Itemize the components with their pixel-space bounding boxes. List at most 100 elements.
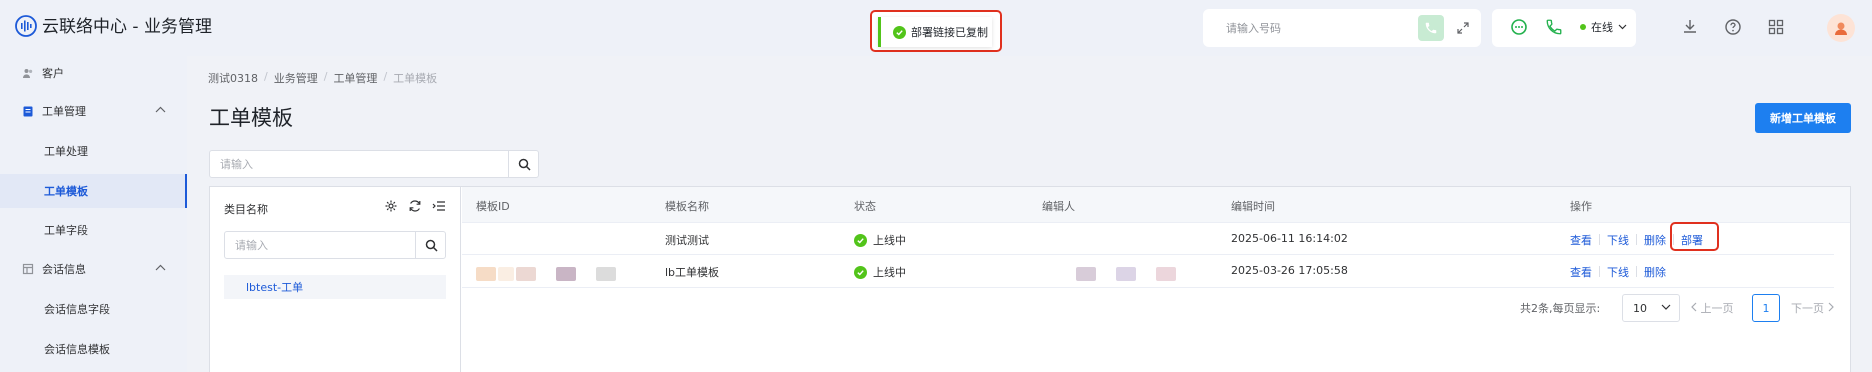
check-circle-icon (854, 233, 867, 247)
breadcrumb: 测试0318 / 业务管理 / 工单管理 / 工单模板 (208, 70, 437, 86)
breadcrumb-separator: / (323, 70, 328, 83)
sidebar-item-ticket-fields[interactable]: 工单字段 (0, 213, 187, 247)
sidebar-item-session-info[interactable]: 会话信息 (0, 252, 187, 286)
avatar[interactable] (1827, 14, 1855, 42)
sidebar-item-label: 工单模板 (44, 185, 88, 198)
status-cell: 上线中 (854, 264, 906, 280)
refresh-icon[interactable] (408, 199, 422, 213)
page-title: 工单模板 (209, 106, 293, 130)
category-tree-node[interactable]: lbtest-工单 (224, 275, 446, 299)
search-icon (518, 158, 531, 171)
clipboard-icon (23, 106, 33, 117)
chevron-left-icon (1691, 302, 1697, 312)
deploy-highlight-frame (1670, 222, 1719, 251)
breadcrumb-separator: / (383, 70, 388, 83)
redacted-id (516, 267, 536, 281)
column-header: 模板名称 (665, 200, 709, 213)
avatar-image (1835, 22, 1847, 35)
sidebar-item-label: 会话信息 (42, 263, 86, 276)
view-link[interactable]: 查看 (1570, 264, 1592, 280)
download-icon[interactable] (1681, 18, 1699, 36)
status-cell: 上线中 (854, 232, 906, 248)
phone-number-input[interactable] (1210, 14, 1410, 42)
template-name: lb工单模板 (665, 266, 720, 279)
edit-time: 2025-06-11 16:14:02 (1231, 232, 1348, 245)
breadcrumb-separator: / (264, 70, 268, 83)
chevron-up-icon (155, 264, 166, 271)
collapse-list-icon[interactable] (432, 199, 446, 213)
next-page-button[interactable]: 下一页 (1791, 300, 1835, 316)
category-title: 类目名称 (224, 203, 268, 216)
column-header: 模板ID (476, 200, 510, 213)
apps-grid-icon[interactable] (1767, 18, 1785, 36)
column-header: 编辑时间 (1231, 200, 1275, 213)
add-template-button[interactable]: 新增工单模板 (1755, 103, 1851, 133)
sidebar-item-ticket-management[interactable]: 工单管理 (0, 94, 187, 128)
sidebar-item-customers[interactable]: 客户 (0, 56, 187, 90)
expand-button[interactable] (1450, 15, 1476, 41)
table-icon (22, 263, 34, 275)
redacted-id (498, 267, 514, 281)
breadcrumb-item[interactable]: 业务管理 (274, 70, 318, 86)
op-divider (1636, 234, 1637, 245)
expand-icon (1457, 22, 1469, 34)
help-icon[interactable] (1724, 18, 1742, 36)
redacted-editor (1076, 267, 1096, 281)
logo-icon (15, 15, 37, 37)
page-number-current[interactable]: 1 (1752, 294, 1780, 322)
op-divider (1599, 266, 1600, 277)
edit-time: 2025-03-26 17:05:58 (1231, 264, 1348, 277)
sidebar-item-label: 会话信息字段 (44, 303, 110, 316)
sidebar-item-label: 客户 (42, 67, 64, 80)
redacted-id (476, 267, 496, 281)
template-name: 测试测试 (665, 234, 709, 247)
toast-text: 部署链接已复制 (911, 26, 988, 39)
column-header: 编辑人 (1042, 200, 1075, 213)
copy-success-toast: 部署链接已复制 (878, 17, 992, 47)
status-text: 上线中 (873, 266, 906, 279)
template-search-button[interactable] (508, 150, 539, 178)
sidebar: 客户 工单管理 工单处理 工单模板 工单字段 会话信息 会话信息字段 会话信息模… (0, 56, 187, 372)
view-link[interactable]: 查看 (1570, 232, 1592, 248)
pagination-total: 共2条,每页显示: (1520, 302, 1601, 315)
breadcrumb-current: 工单模板 (393, 72, 438, 85)
sidebar-item-session-fields[interactable]: 会话信息字段 (0, 292, 187, 326)
sidebar-item-label: 工单管理 (42, 105, 86, 118)
template-search-input[interactable] (210, 151, 508, 177)
prev-page-button[interactable]: 上一页 (1690, 300, 1734, 316)
offline-link[interactable]: 下线 (1607, 232, 1629, 248)
status-dropdown[interactable]: 在线 (1580, 19, 1627, 35)
phone-icon (1425, 22, 1437, 34)
offline-link[interactable]: 下线 (1607, 264, 1629, 280)
sidebar-item-ticket-processing[interactable]: 工单处理 (0, 134, 187, 168)
op-divider (1636, 266, 1637, 277)
category-search-input[interactable] (225, 232, 415, 258)
page-size-select[interactable]: 10 (1622, 294, 1680, 322)
phone-icon[interactable] (1545, 18, 1563, 36)
chevron-up-icon (155, 106, 166, 113)
delete-link[interactable]: 删除 (1644, 232, 1666, 248)
check-circle-icon (893, 25, 906, 39)
prev-page-label: 上一页 (1700, 302, 1734, 315)
category-search-button[interactable] (415, 231, 446, 259)
status-label: 在线 (1591, 21, 1613, 34)
sidebar-item-label: 工单处理 (44, 145, 88, 158)
op-divider (1599, 234, 1600, 245)
delete-link[interactable]: 删除 (1644, 264, 1666, 280)
sidebar-item-session-template[interactable]: 会话信息模板 (0, 332, 187, 366)
next-page-label: 下一页 (1791, 302, 1824, 315)
chevron-right-icon (1828, 302, 1834, 312)
settings-gear-icon[interactable] (384, 199, 398, 213)
app-title: 云联络中心 - 业务管理 (42, 17, 212, 37)
sidebar-item-ticket-template[interactable]: 工单模板 (0, 174, 187, 208)
column-header: 状态 (854, 200, 876, 213)
redacted-editor (1156, 267, 1176, 281)
breadcrumb-item[interactable]: 测试0318 (208, 70, 258, 86)
call-button[interactable] (1418, 15, 1444, 41)
redacted-id (556, 267, 576, 281)
chat-icon[interactable] (1510, 18, 1528, 36)
breadcrumb-item[interactable]: 工单管理 (333, 70, 377, 86)
sidebar-item-label: 工单字段 (44, 224, 88, 237)
redacted-editor (1116, 267, 1136, 281)
online-dot-icon (1580, 24, 1586, 30)
